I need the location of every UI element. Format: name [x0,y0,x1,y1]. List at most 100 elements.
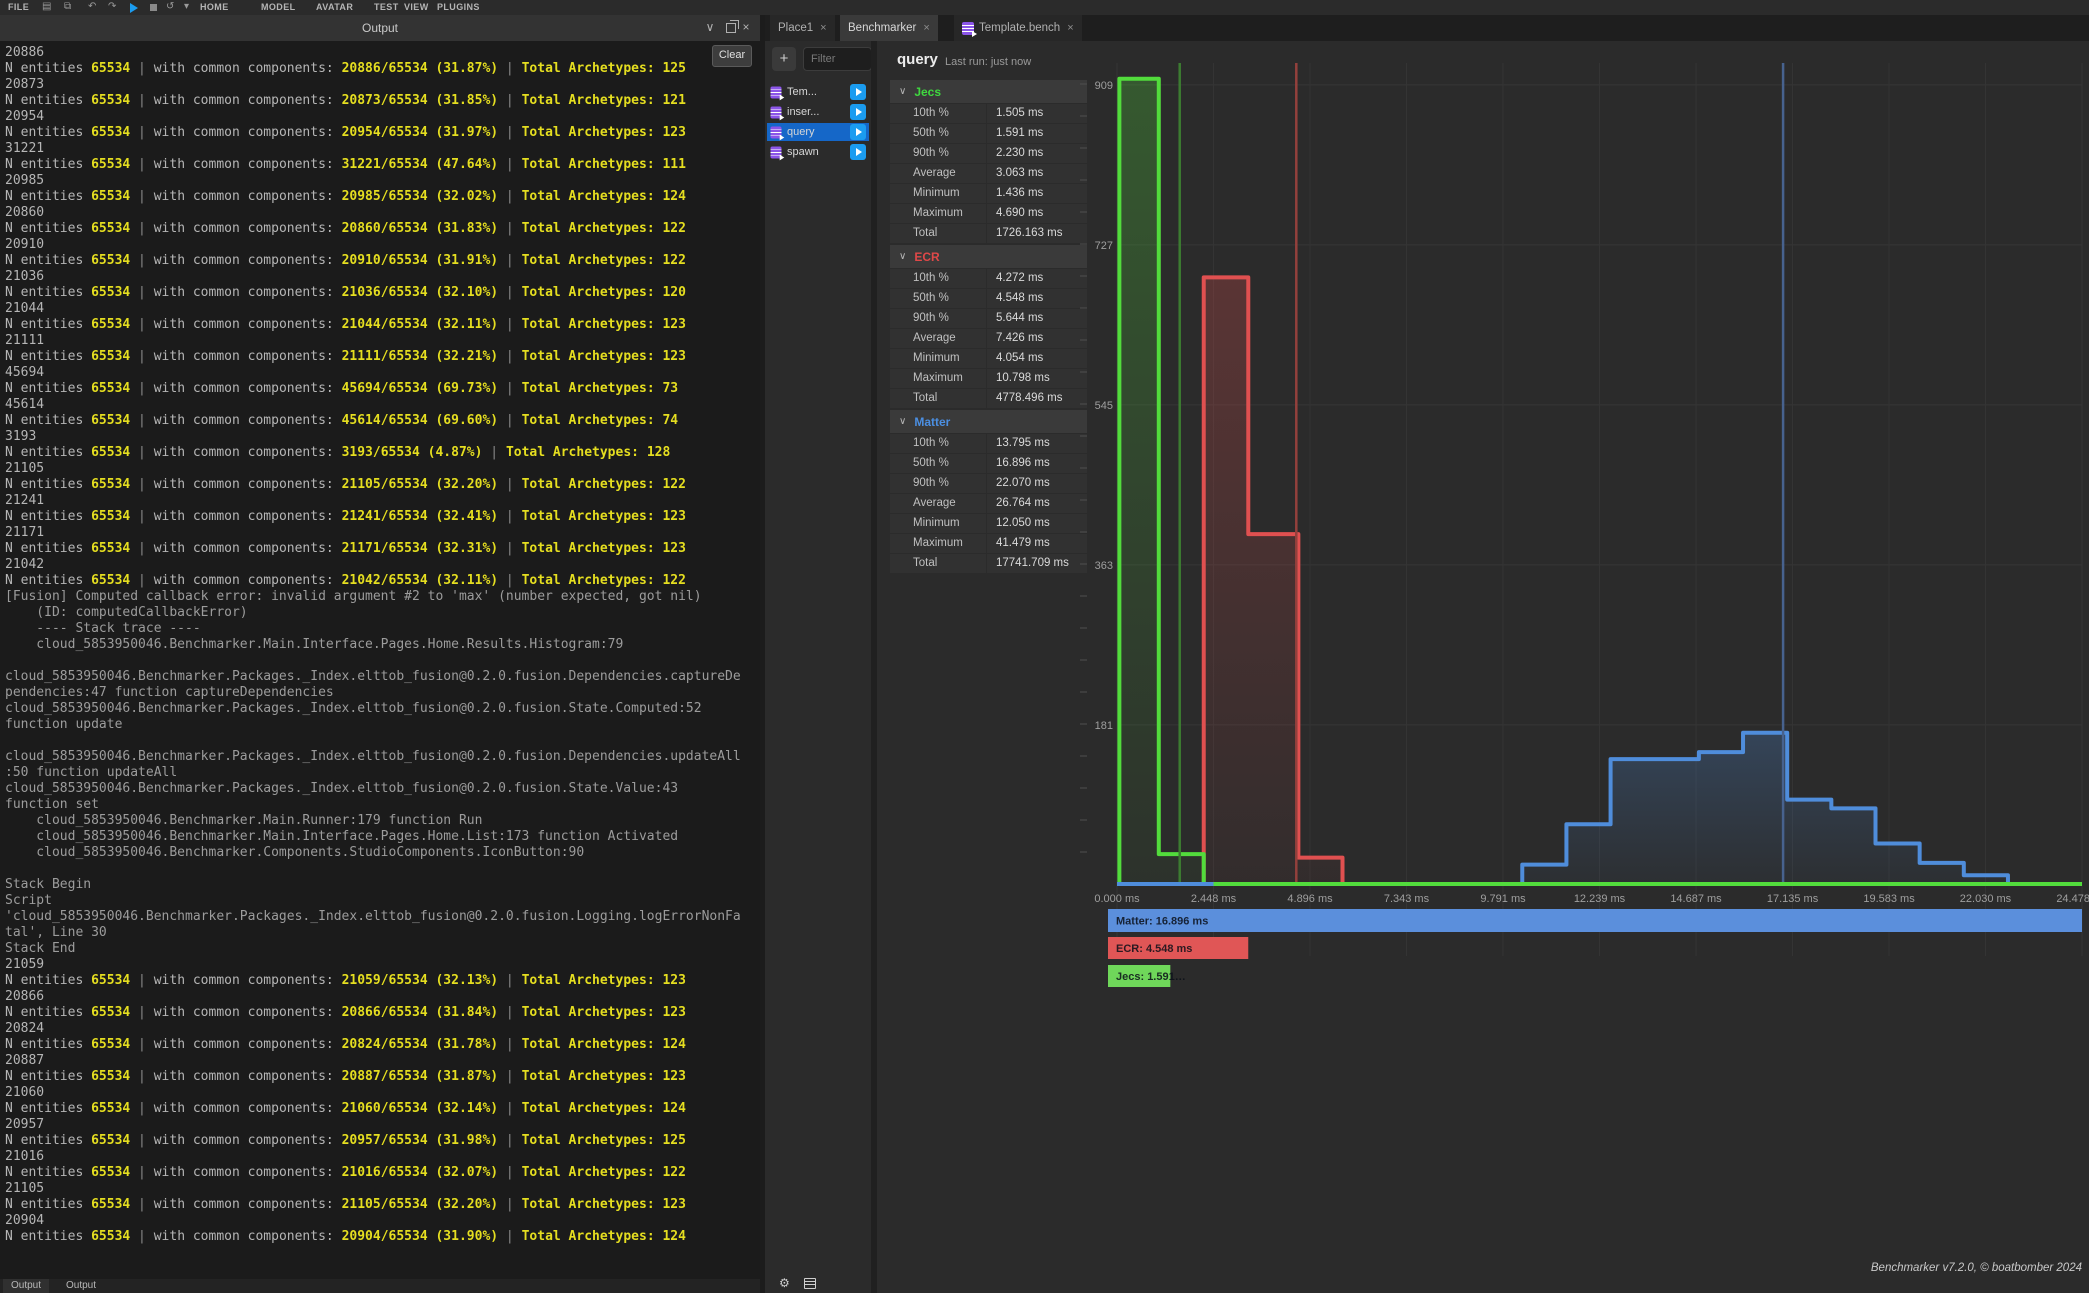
console-line: N entities 65534 | with common component… [5,285,760,301]
script-icon [770,146,781,158]
menu-avatar[interactable]: AVATAR [316,2,353,12]
console-line: N entities 65534 | with common component… [5,253,760,269]
console-line: N entities 65534 | with common component… [5,573,760,589]
copy-icon[interactable]: ⧉ [64,1,72,12]
console-error-line: pendencies:47 function captureDependenci… [5,685,760,701]
bench-item-inser[interactable]: inser... [767,103,869,121]
bench-item-tem[interactable]: Tem... [767,83,869,101]
settings-gear-icon[interactable]: ⚙ [779,1276,790,1290]
x-tick-label: 7.343 ms [1384,893,1430,905]
console-line: 20873 [5,77,760,93]
doc-tab-template-bench[interactable]: Template.bench × [954,15,1082,41]
console-line: 21042 [5,557,760,573]
undock-icon[interactable] [726,23,736,33]
menu-test[interactable]: TEST [374,2,399,12]
dock-tab-output-1[interactable]: Output [3,1279,49,1293]
play-button[interactable] [130,3,138,13]
stats-tables: ∨Jecs10th %1.505 ms50th %1.591 ms90th %2… [890,78,1087,573]
list-scrollbar[interactable] [871,41,877,1293]
console-error-line: ---- Stack trace ---- [5,621,760,637]
benchmarker-region: Place1×Benchmarker× Template.bench × + Fil… [765,15,2089,1293]
filter-input[interactable]: Filter [803,47,872,71]
console-error-line: cloud_5853950046.Benchmarker.Packages._I… [5,781,760,797]
menu-plugins[interactable]: PLUGINS [437,2,480,12]
console-line: N entities 65534 | with common component… [5,1005,760,1021]
console-line: N entities 65534 | with common component… [5,349,760,365]
output-console[interactable]: 20886N entities 65534 | with common comp… [0,41,760,1279]
menubar: FILE ▤ ⧉ ↶ ↷ ↺ ▾ HOME MODEL AVATAR TEST VIEW… [0,0,2089,16]
stat-label: 50th % [890,454,986,473]
legend-label: Matter: 16.896 ms [1116,916,1208,928]
run-benchmark-button[interactable] [850,124,866,140]
bench-item-label: query [787,126,815,138]
stats-row: Total1726.163 ms [890,224,1087,243]
stat-label: 10th % [890,104,986,123]
console-line: N entities 65534 | with common component… [5,125,760,141]
console-error-line: :50 function updateAll [5,765,760,781]
bench-item-query[interactable]: query [767,123,869,141]
run-benchmark-button[interactable] [850,84,866,100]
clear-button[interactable]: Clear [712,45,752,67]
console-line: N entities 65534 | with common component… [5,221,760,237]
x-tick-label: 12.239 ms [1574,893,1626,905]
run-benchmark-button[interactable] [850,104,866,120]
stop-button[interactable] [150,4,157,11]
close-icon[interactable]: × [738,15,754,41]
mode-dropdown-icon[interactable]: ▾ [184,1,189,12]
console-line: N entities 65534 | with common component… [5,1069,760,1085]
stats-row: Average3.063 ms [890,164,1087,183]
console-line: 3193 [5,429,760,445]
loop-icon[interactable]: ↺ [166,1,175,12]
y-tick-label: 727 [1095,240,1113,252]
menu-model[interactable]: MODEL [261,2,296,12]
section-header-jecs[interactable]: ∨Jecs [890,80,1087,103]
stat-label: Average [890,164,986,183]
bench-item-spawn[interactable]: spawn [767,143,869,161]
stats-row: Minimum1.436 ms [890,184,1087,203]
stat-label: Minimum [890,184,986,203]
run-benchmark-button[interactable] [850,144,866,160]
doc-tab-place1[interactable]: Place1× [770,15,835,41]
console-line: N entities 65534 | with common component… [5,413,760,429]
console-line: 20985 [5,173,760,189]
menu-view[interactable]: VIEW [404,2,429,12]
tab-close-icon[interactable]: × [820,22,826,34]
script-icon [962,22,974,35]
section-header-ecr[interactable]: ∨ECR [890,245,1087,268]
console-line: 20904 [5,1213,760,1229]
x-tick-label: 19.583 ms [1863,893,1915,905]
clipboard-icon[interactable]: ▤ [42,1,52,12]
tab-close-icon[interactable]: × [923,22,929,34]
console-line: N entities 65534 | with common component… [5,317,760,333]
tab-close-icon[interactable]: × [1067,22,1073,34]
chevron-down-icon: ∨ [899,86,906,97]
doc-tab-benchmarker[interactable]: Benchmarker× [840,15,938,41]
menu-home[interactable]: HOME [200,2,229,12]
console-line: N entities 65534 | with common component… [5,189,760,205]
chevron-down-icon[interactable]: ∨ [702,15,718,41]
stat-label: 90th % [890,474,986,493]
stats-row: 90th %22.070 ms [890,474,1087,493]
stat-label: Minimum [890,349,986,368]
credit-text: Benchmarker v7.2.0, © boatbomber 2024 [1871,1262,2082,1274]
script-icon [770,126,781,138]
x-tick-label: 17.135 ms [1767,893,1819,905]
console-line: N entities 65534 | with common component… [5,973,760,989]
console-error-line [5,861,760,877]
tab-label: Template.bench [979,22,1060,34]
stats-row: 10th %13.795 ms [890,434,1087,453]
stats-row: 10th %1.505 ms [890,104,1087,123]
section-header-matter[interactable]: ∨Matter [890,410,1087,433]
last-run-label: Last run: just now [945,56,1031,68]
stat-label: Total [890,389,986,408]
file-menu[interactable]: FILE [8,2,29,12]
redo-icon[interactable]: ↷ [108,1,117,12]
console-line: 21016 [5,1149,760,1165]
console-line: N entities 65534 | with common component… [5,1101,760,1117]
docs-book-icon[interactable] [804,1278,816,1289]
undo-icon[interactable]: ↶ [88,1,97,12]
console-line: 20957 [5,1117,760,1133]
dock-tab-output-2[interactable]: Output [58,1279,104,1293]
x-tick-label: 4.896 ms [1287,893,1333,905]
add-benchmark-button[interactable]: + [772,47,796,71]
